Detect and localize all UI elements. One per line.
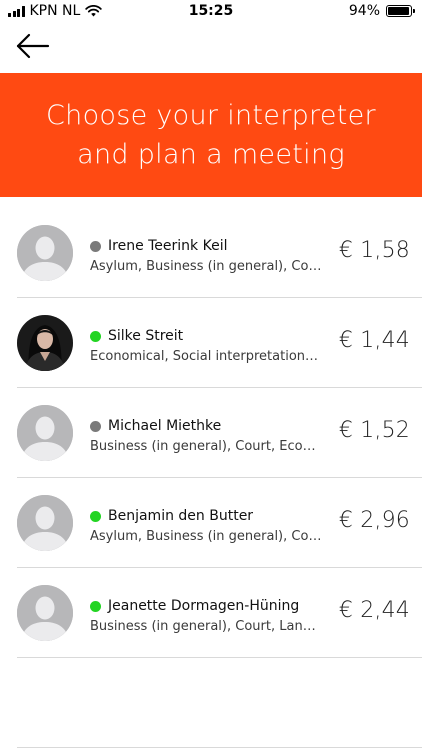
interpreter-name-line: Silke Streit	[90, 328, 183, 344]
offline-status-icon	[90, 420, 101, 432]
online-status-icon	[90, 330, 101, 342]
bottom-divider	[17, 747, 422, 748]
interpreter-name-line: Irene Teerink Keil	[90, 238, 227, 254]
avatar	[17, 315, 73, 371]
header-banner: Choose your interpreter and plan a meeti…	[0, 73, 422, 197]
interpreter-row[interactable]: Silke Streit Economical, Social interpre…	[17, 298, 422, 388]
banner-title-line-1: Choose your interpreter	[46, 100, 376, 131]
interpreter-skills: Business (in general), Court, Economical	[90, 439, 322, 454]
battery-fill	[388, 7, 409, 15]
online-status-icon	[90, 600, 101, 612]
screen: KPN NL 15:25 94% Choose your interpreter…	[0, 0, 422, 750]
interpreter-name: Irene Teerink Keil	[108, 238, 228, 254]
interpreter-price: € 1,52	[338, 418, 410, 443]
interpreter-price: € 1,44	[338, 328, 410, 353]
interpreter-row[interactable]: Benjamin den Butter Asylum, Business (in…	[17, 478, 422, 568]
interpreter-list: Irene Teerink Keil Asylum, Business (in …	[17, 208, 422, 658]
interpreter-row[interactable]: Jeanette Dormagen-Hüning Business (in ge…	[17, 568, 422, 658]
interpreter-row[interactable]: Irene Teerink Keil Asylum, Business (in …	[17, 208, 422, 298]
interpreter-name: Jeanette Dormagen-Hüning	[108, 598, 300, 614]
interpreter-row[interactable]: Michael Miethke Business (in general), C…	[17, 388, 422, 478]
interpreter-price: € 1,58	[338, 238, 410, 263]
interpreter-name-line: Benjamin den Butter	[90, 508, 253, 524]
offline-status-icon	[90, 240, 101, 252]
avatar	[17, 585, 73, 641]
interpreter-name: Michael Miethke	[108, 418, 222, 434]
interpreter-name-line: Jeanette Dormagen-Hüning	[90, 598, 299, 614]
interpreter-skills: Business (in general), Court, Language	[90, 619, 322, 634]
interpreter-skills: Asylum, Business (in general), Court, Ec…	[90, 529, 322, 544]
avatar	[17, 405, 73, 461]
online-status-icon	[90, 510, 101, 522]
interpreter-name-line: Michael Miethke	[90, 418, 221, 434]
battery-icon	[386, 5, 415, 17]
avatar	[17, 495, 73, 551]
interpreter-skills: Asylum, Business (in general), Court, Ec…	[90, 259, 322, 274]
back-button[interactable]	[16, 33, 50, 59]
avatar	[17, 225, 73, 281]
interpreter-name: Benjamin den Butter	[108, 508, 254, 524]
arrow-left-icon	[16, 33, 50, 59]
interpreter-skills: Economical, Social interpretation, Sales	[90, 349, 322, 364]
status-bar: KPN NL 15:25 94%	[0, 0, 422, 24]
banner-title-line-2: and plan a meeting	[77, 139, 345, 170]
battery-percentage: 94%	[348, 3, 380, 19]
interpreter-name: Silke Streit	[108, 328, 184, 344]
interpreter-price: € 2,44	[338, 598, 410, 623]
interpreter-price: € 2,96	[338, 508, 410, 533]
status-right: 94%	[348, 3, 415, 19]
